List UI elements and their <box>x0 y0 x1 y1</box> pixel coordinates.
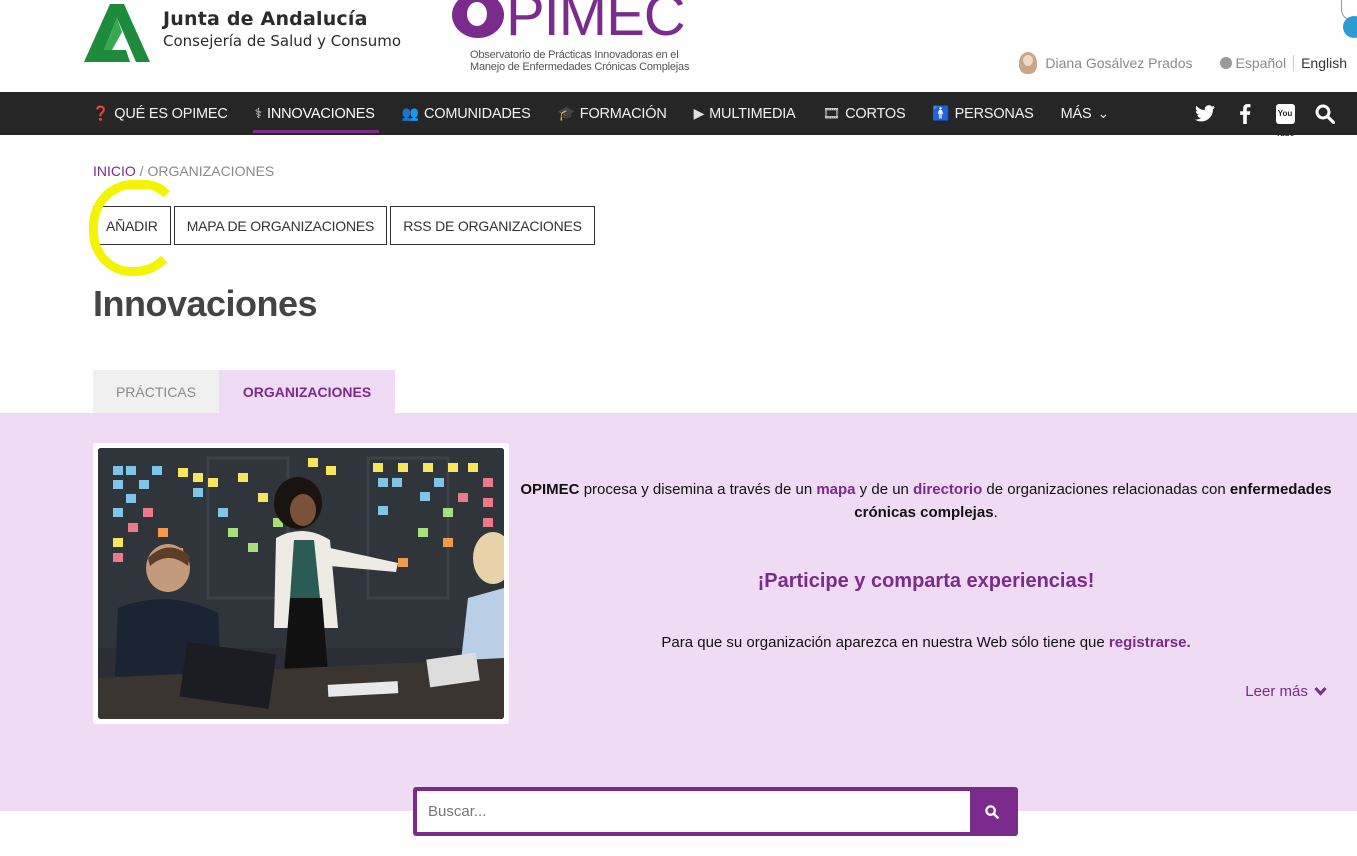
breadcrumb-current: ORGANIZACIONES <box>147 163 275 179</box>
nav-label: QUÉ ES OPIMEC <box>114 105 228 122</box>
nav-item-multimedia[interactable]: ▶ MULTIMEDIA <box>694 92 796 135</box>
question-circle-icon: ❓ <box>92 105 110 121</box>
nav-item-cortos[interactable]: 🎞 CORTOS <box>823 92 906 135</box>
play-icon: ▶ <box>693 105 705 121</box>
user-name-link[interactable]: Diana Gosálvez Prados <box>1045 55 1192 71</box>
breadcrumb-home-link[interactable]: INICIO <box>93 163 136 179</box>
nav-label: INNOVACIONES <box>267 105 375 122</box>
search-icon <box>985 804 999 819</box>
chevron-down-icon <box>1314 686 1327 696</box>
nav-item-mas[interactable]: MÁS ⌄ <box>1060 92 1110 135</box>
breadcrumb-separator: / <box>139 163 144 179</box>
organizations-map-button[interactable]: MAPA DE ORGANIZACIONES <box>173 206 388 245</box>
film-icon: 🎞 <box>822 105 841 121</box>
organizations-rss-button[interactable]: RSS DE ORGANIZACIONES <box>390 206 595 245</box>
map-link[interactable]: mapa <box>816 481 855 498</box>
nav-item-que-es-opimec[interactable]: ❓ QUÉ ES OPIMEC <box>92 92 228 135</box>
intro-part-2: y de un <box>855 481 914 498</box>
breadcrumb: INICIO / ORGANIZACIONES <box>93 163 274 179</box>
nav-item-innovaciones[interactable]: ⚕ INNOVACIONES <box>252 92 379 135</box>
globe-icon <box>1220 57 1233 69</box>
intro-part-1: procesa y disemina a través de un <box>579 481 817 498</box>
stethoscope-icon: ⚕ <box>254 105 263 121</box>
call-to-action: ¡Participe y comparta experiencias! <box>757 570 1095 592</box>
nav-label: COMUNIDADES <box>423 105 531 122</box>
nav-item-personas[interactable]: 🚹 PERSONAS <box>932 92 1033 135</box>
nav-item-comunidades[interactable]: 👥 COMUNIDADES <box>402 92 531 135</box>
opimec-word: PIMEC <box>506 0 686 48</box>
nav-label: PERSONAS <box>954 105 1034 122</box>
junta-andalucia-logo[interactable] <box>82 0 152 64</box>
page-title: Innovaciones <box>93 283 318 324</box>
graduation-cap-icon: 🎓 <box>557 105 575 121</box>
search-button[interactable] <box>970 791 1014 832</box>
intro-end: . <box>993 504 998 521</box>
search-input[interactable] <box>417 791 970 832</box>
language-english-link[interactable]: English <box>1301 55 1347 71</box>
main-navigation: ❓ QUÉ ES OPIMEC ⚕ INNOVACIONES 👥 COMUNIDADE… <box>0 92 1357 138</box>
tab-practices[interactable]: PRÁCTICAS <box>93 370 219 413</box>
person-icon: 🚹 <box>932 105 950 121</box>
chevron-down-icon: ⌄ <box>1097 105 1109 121</box>
nav-label: MULTIMEDIA <box>709 105 796 122</box>
junta-subtitle: Consejería de Salud y Consumo <box>163 32 402 50</box>
avatar[interactable] <box>1019 52 1038 74</box>
meeting-photo <box>98 448 504 719</box>
youtube-text: You Tube <box>1275 103 1295 138</box>
content-tabs: PRÁCTICAS ORGANIZACIONES <box>93 370 395 413</box>
nav-item-formacion[interactable]: 🎓 FORMACIÓN <box>558 92 667 135</box>
register-note-text: Para que su organización aparezca en nue… <box>661 634 1109 651</box>
opimec-tagline: Observatorio de Prácticas Innovadoras en… <box>470 49 689 73</box>
search-icon[interactable] <box>1315 104 1335 124</box>
junta-text: Junta de Andalucía Consejería de Salud y… <box>163 8 401 50</box>
youtube-icon[interactable]: You Tube <box>1275 103 1295 138</box>
twitter-icon[interactable] <box>1195 105 1215 122</box>
action-buttons: AÑADIR MAPA DE ORGANIZACIONES RSS DE ORG… <box>93 206 598 245</box>
nav-label: MÁS <box>1060 105 1092 122</box>
photo-frame <box>93 443 509 724</box>
top-header: Junta de Andalucía Consejería de Salud y… <box>0 0 1357 92</box>
intro-text: OPIMEC procesa y disemina a través de un… <box>520 478 1332 524</box>
facebook-icon[interactable] <box>1235 103 1255 124</box>
opimec-tagline-line-1: Observatorio de Prácticas Innovadoras en… <box>470 49 679 61</box>
nav-label: FORMACIÓN <box>579 105 667 122</box>
corner-dot[interactable] <box>1343 16 1357 38</box>
opimec-logo[interactable]: PIMEC <box>452 0 686 48</box>
language-spanish-link[interactable]: Español <box>1235 55 1295 71</box>
search-bar <box>413 787 1018 836</box>
tab-organizations[interactable]: ORGANIZACIONES <box>219 370 395 413</box>
add-button[interactable]: AÑADIR <box>93 206 171 245</box>
intro-part-3: de organizaciones relacionadas con <box>982 481 1230 498</box>
read-more-label: Leer más <box>1245 683 1308 700</box>
nav-items: ❓ QUÉ ES OPIMEC ⚕ INNOVACIONES 👥 COMUNIDADE… <box>92 92 1136 135</box>
opimec-o-mark <box>452 0 504 38</box>
read-more-link[interactable]: Leer más <box>1245 683 1327 700</box>
directory-link[interactable]: directorio <box>913 481 982 498</box>
social-links: You Tube <box>1175 92 1335 138</box>
intro-brand: OPIMEC <box>520 481 580 498</box>
junta-title: Junta de Andalucía <box>163 8 368 30</box>
opimec-tagline-line-2: Manejo de Enfermedades Crónicas Compleja… <box>470 61 690 73</box>
register-note: Para que su organización aparezca en nue… <box>520 634 1332 651</box>
register-link[interactable]: registrarse. <box>1109 634 1191 651</box>
users-icon: 👥 <box>401 105 419 121</box>
user-area: Diana Gosálvez Prados Español English <box>1019 52 1347 74</box>
nav-label: CORTOS <box>845 105 906 122</box>
